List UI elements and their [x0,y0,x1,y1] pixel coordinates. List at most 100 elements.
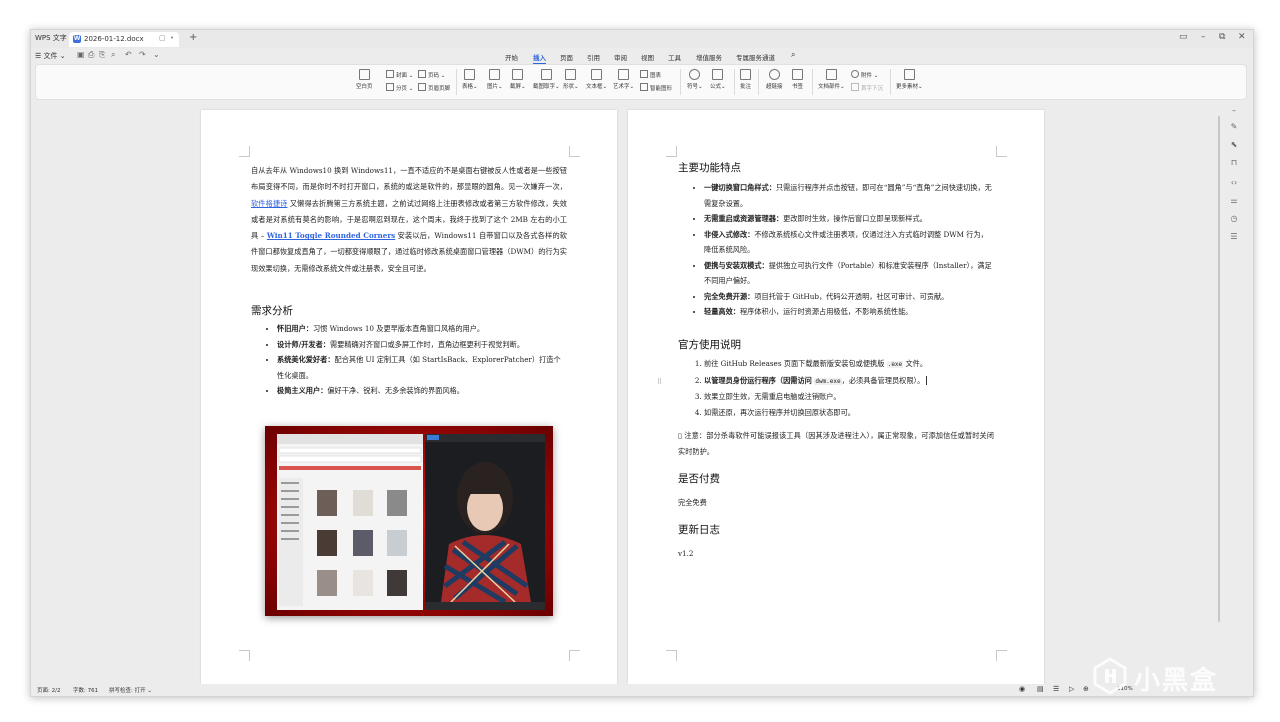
screenshot-ocr-button[interactable]: 截图取字⌄ [533,69,560,90]
symbol-button[interactable]: 符号⌄ [687,69,703,90]
margin-corner [239,650,250,661]
smartart-button[interactable]: 智能图形 [640,83,672,92]
hyperlink-button[interactable]: 超链接 [766,69,783,90]
tab-monitor-icon[interactable]: ▢ [159,34,166,42]
list-item[interactable]: 以管理员身份运行程序（因需访问 dwm.exe，必须具备管理员权限）。 [704,373,994,390]
usage-heading[interactable]: 官方使用说明 [678,337,741,352]
title-bar: WPS 文字 W 2026-01-12.docx ▢ • + ▭ – ⧉ ✕ [31,30,1253,48]
outline-view-icon[interactable]: ☰ [1053,685,1059,693]
scrollbar-thumb[interactable] [1218,116,1220,622]
tab-insert[interactable]: 插入 [533,52,546,64]
screenshot-button[interactable]: 截屏⌄ [510,69,526,90]
tab-view[interactable]: 视图 [641,52,654,62]
features-list[interactable]: 一键切换窗口角样式：只需运行程序并点击按钮，即可在“圆角”与“直角”之间快速切换… [690,180,994,320]
eye-icon[interactable]: ◉ [1019,685,1025,693]
needs-heading[interactable]: 需求分析 [251,303,293,318]
list-item[interactable]: 前往 GitHub Releases 页面下载最新版安装包或便携版 .exe 文… [704,356,994,373]
blank-page-button[interactable]: 空白页 [356,69,373,90]
tab-tools[interactable]: 工具 [668,52,681,62]
changelog-value[interactable]: v1.2 [678,546,694,562]
intro-paragraph[interactable]: 自从去年从 Windows10 换到 Windows11，一直不适应的不是桌面右… [251,163,567,277]
collapse-icon[interactable]: – [1229,106,1239,116]
code-icon[interactable]: ‹› [1229,178,1239,188]
window-mode-icon[interactable]: ▭ [1179,32,1188,42]
table-button[interactable]: 表格⌄ [462,69,478,90]
list-item[interactable]: 轻量高效：程序体积小，运行时资源占用极低，不影响系统性能。 [704,304,994,320]
settings-sliders-icon[interactable]: ⚌ [1229,196,1239,206]
list-item[interactable]: 便携与安装双模式：提供独立可执行文件（Portable）和标准安装程序（Inst… [704,258,994,289]
needs-list[interactable]: 怀旧用户：习惯 Windows 10 及更早版本直角窗口风格的用户。 设计师/开… [263,321,567,399]
picture-button[interactable]: 图片⌄ [487,69,503,90]
paid-heading[interactable]: 是否付费 [678,471,720,486]
list-item[interactable]: 无需重启或资源管理器：更改即时生效，操作后窗口立即呈现新样式。 [704,211,994,227]
tab-exclusive-service[interactable]: 专属服务通道 [736,52,775,62]
print-preview-icon[interactable]: ⌕ [111,50,115,60]
tab-home[interactable]: 开始 [505,52,518,62]
more-quick-icon[interactable]: ⌄ [153,50,160,59]
list-item[interactable]: 系统美化爱好者：配合其他 UI 定制工具（如 StartIsBack、Explo… [277,352,567,383]
restore-button[interactable]: ⧉ [1219,32,1225,42]
search-icon[interactable]: ⌕ [791,50,795,60]
tab-value-added[interactable]: 增值服务 [696,52,722,62]
page-indicator[interactable]: 页面: 2/2 [37,686,60,694]
list-item[interactable]: 效果立即生效，无需重启电脑或注销账户。 [704,389,994,405]
more-material-button[interactable]: 更多素材⌄ [896,69,923,90]
intro-link-1[interactable]: 软件格捷诗 [251,199,287,208]
lock-icon[interactable]: ⊓ [1229,158,1239,168]
page-view-icon[interactable]: ▤ [1037,685,1044,693]
select-cursor-icon[interactable]: ⬉ [1229,140,1239,150]
close-button[interactable]: ✕ [1238,32,1246,42]
header-footer-button[interactable]: 页眉页脚 [418,83,450,92]
features-heading[interactable]: 主要功能特点 [678,160,741,175]
changelog-heading[interactable]: 更新日志 [678,522,720,537]
layout-icon[interactable]: ☰ [1229,232,1239,242]
paid-value[interactable]: 完全免费 [678,495,707,511]
word-count[interactable]: 字数: 761 [73,686,98,694]
history-icon[interactable]: ◷ [1229,214,1239,224]
tab-page[interactable]: 页面 [560,52,573,62]
drag-handle-icon[interactable]: ⠿ [657,378,662,386]
cover-button[interactable]: 封面 ⌄ [386,70,413,79]
tab-references[interactable]: 引用 [587,52,600,62]
redo-icon[interactable]: ↷ [139,50,146,59]
list-item[interactable]: 设计师/开发者：需要精确对齐窗口或多屏工作时，直角边框更利于视觉判断。 [277,337,567,353]
document-tab[interactable]: W 2026-01-12.docx ▢ • [69,32,179,47]
minimize-button[interactable]: – [1201,32,1206,42]
note-paragraph[interactable]: ▯ 注意：部分杀毒软件可能误报该工具（因其涉及进程注入），属正常现象，可添加信任… [678,428,994,461]
intro-link-2[interactable]: Win11 Toggle Rounded Corners [267,231,395,240]
page-number-button[interactable]: 页码 ⌄ [418,70,445,79]
tab-review[interactable]: 审阅 [614,52,627,62]
play-icon[interactable]: ▷ [1069,685,1074,693]
file-menu[interactable]: ☰ 文件 ⌄ [35,51,66,61]
list-item[interactable]: 如需还原，再次运行程序并切换回原状态即可。 [704,405,994,421]
list-item[interactable]: 非侵入式修改：不修改系统核心文件或注册表项，仅通过注入方式临时调整 DWM 行为… [704,227,994,258]
doc-component-button[interactable]: 文档部件⌄ [818,69,845,90]
shape-button[interactable]: 形状⌄ [563,69,579,90]
spell-check-toggle[interactable]: 拼写检查: 打开 ⌄ [109,686,152,694]
bookmark-button[interactable]: 书签 [792,69,803,90]
export-pdf-icon[interactable]: ⎙ [88,50,94,60]
embedded-screenshot-image[interactable] [265,426,553,616]
print-icon[interactable]: ⎘ [99,50,105,60]
save-icon[interactable]: ▣ [77,50,85,59]
undo-icon[interactable]: ↶ [125,50,132,59]
web-view-icon[interactable]: ⊕ [1083,685,1089,693]
wordart-button[interactable]: 艺术字⌄ [613,69,634,90]
chart-button[interactable]: 图表 [640,70,661,79]
section-break-button[interactable]: 分页 ⌄ [386,83,413,92]
attachment-button[interactable]: 附件 ⌄ [851,70,878,79]
textbox-button[interactable]: 文本框⌄ [586,69,607,90]
new-tab-button[interactable]: + [189,32,197,43]
document-page-2[interactable]: 主要功能特点 一键切换窗口角样式：只需运行程序并点击按钮，即可在“圆角”与“直角… [628,110,1044,684]
list-item[interactable]: 怀旧用户：习惯 Windows 10 及更早版本直角窗口风格的用户。 [277,321,567,337]
list-item[interactable]: 极简主义用户：偏好干净、锐利、无多余装饰的界面风格。 [277,383,567,399]
list-item[interactable]: 一键切换窗口角样式：只需运行程序并点击按钮，即可在“圆角”与“直角”之间快速切换… [704,180,994,211]
comment-button[interactable]: 批注 [740,69,751,90]
document-page-1[interactable]: 自从去年从 Windows10 换到 Windows11，一直不适应的不是桌面右… [201,110,617,684]
pen-icon[interactable]: ✎ [1229,122,1239,132]
formula-button[interactable]: 公式⌄ [710,69,726,90]
list-item[interactable]: 完全免费开源：项目托管于 GitHub，代码公开透明，社区可审计、可贡献。 [704,289,994,305]
tab-close-icon[interactable]: • [170,34,174,42]
app-name[interactable]: WPS 文字 [35,33,67,43]
usage-list[interactable]: 前往 GitHub Releases 页面下载最新版安装包或便携版 .exe 文… [690,356,994,420]
